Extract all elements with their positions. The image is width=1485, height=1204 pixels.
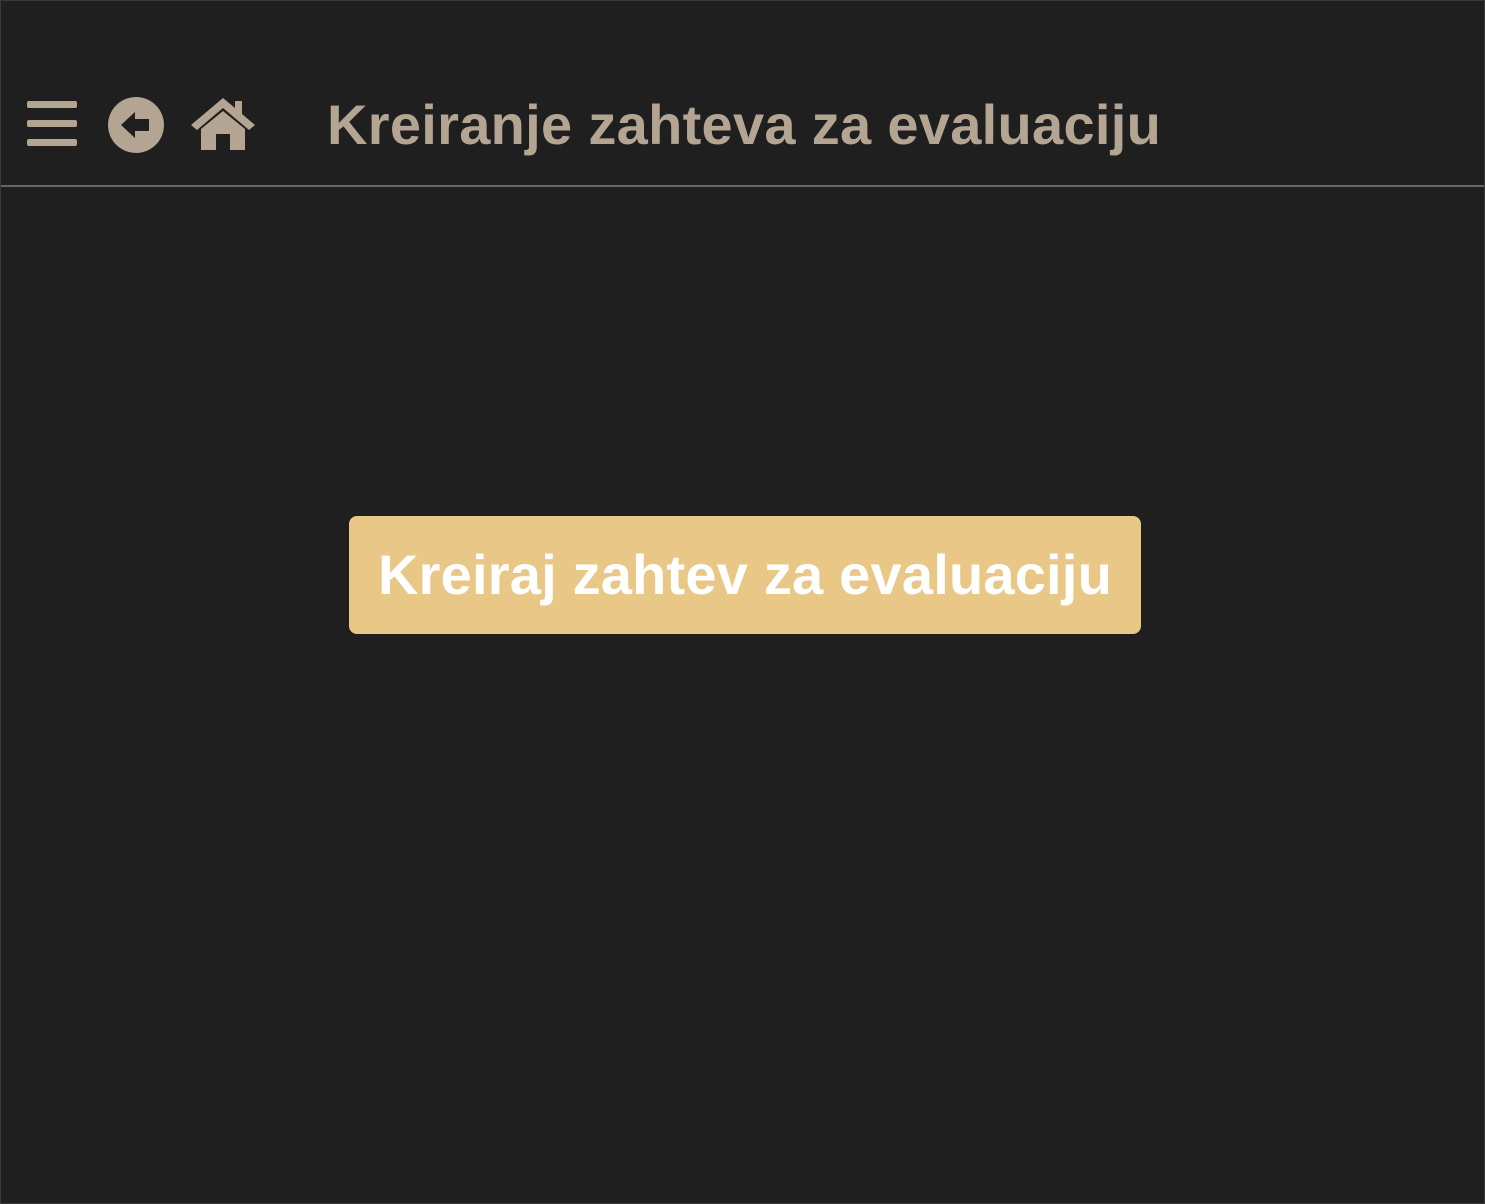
top-bar: Kreiranje zahteva za evaluaciju (1, 1, 1484, 187)
back-arrow-icon[interactable] (108, 97, 164, 153)
create-evaluation-request-button[interactable]: Kreiraj zahtev za evaluaciju (349, 516, 1141, 634)
home-icon[interactable] (190, 97, 256, 151)
menu-icon[interactable] (27, 101, 79, 147)
app-window: Kreiranje zahteva za evaluaciju Kreiraj … (0, 0, 1485, 1204)
page-title: Kreiranje zahteva za evaluaciju (327, 93, 1162, 156)
